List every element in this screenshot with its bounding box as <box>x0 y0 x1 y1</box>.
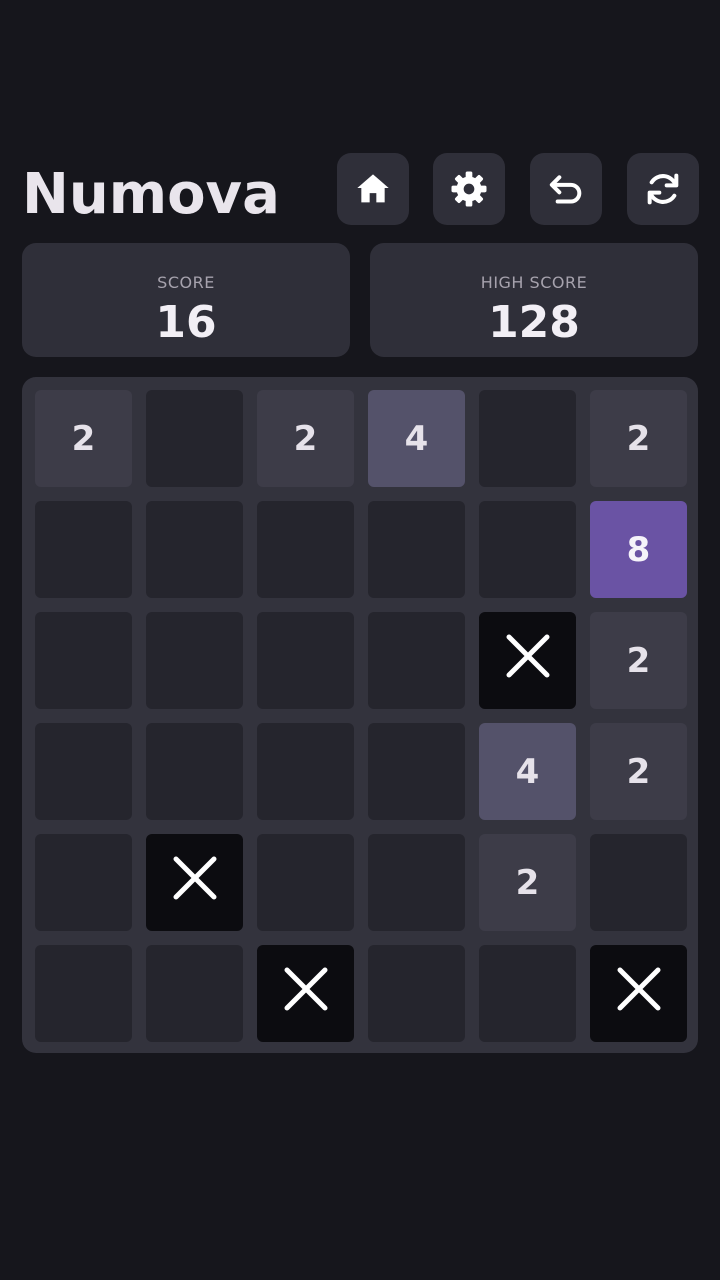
blocked-cell <box>590 945 687 1042</box>
empty-cell <box>368 612 465 709</box>
empty-cell <box>257 501 354 598</box>
home-button[interactable] <box>337 153 409 225</box>
number-tile: 4 <box>368 390 465 487</box>
tile-value: 2 <box>71 418 96 459</box>
empty-cell <box>479 945 576 1042</box>
close-icon <box>283 966 329 1021</box>
tile-value: 4 <box>404 418 429 459</box>
settings-button[interactable] <box>433 153 505 225</box>
empty-cell <box>35 834 132 931</box>
restart-button[interactable] <box>627 153 699 225</box>
number-tile: 8 <box>590 501 687 598</box>
empty-cell <box>368 834 465 931</box>
close-icon <box>616 966 662 1021</box>
number-tile: 4 <box>479 723 576 820</box>
score-value: 16 <box>155 297 217 348</box>
empty-cell <box>35 612 132 709</box>
score-label: SCORE <box>157 273 215 292</box>
tile-value: 4 <box>515 751 540 792</box>
blocked-cell <box>479 612 576 709</box>
empty-cell <box>146 723 243 820</box>
empty-cell <box>257 834 354 931</box>
score-box: SCORE 16 <box>22 243 350 357</box>
empty-cell <box>35 945 132 1042</box>
restart-icon <box>643 169 683 209</box>
empty-cell <box>146 501 243 598</box>
close-icon <box>505 633 551 688</box>
empty-cell <box>146 945 243 1042</box>
blocked-cell <box>146 834 243 931</box>
empty-cell <box>479 390 576 487</box>
close-icon <box>172 855 218 910</box>
empty-cell <box>257 612 354 709</box>
header: Numova <box>22 153 699 227</box>
home-icon <box>353 169 393 209</box>
empty-cell <box>146 612 243 709</box>
tile-value: 2 <box>293 418 318 459</box>
high-score-box: HIGH SCORE 128 <box>370 243 698 357</box>
empty-cell <box>368 723 465 820</box>
game-board[interactable]: 2 2 4 2 8 2 4 2 2 <box>22 377 698 1053</box>
empty-cell <box>479 501 576 598</box>
number-tile: 2 <box>257 390 354 487</box>
empty-cell <box>146 390 243 487</box>
tile-value: 2 <box>515 862 540 903</box>
tile-value: 2 <box>626 640 651 681</box>
gear-icon <box>449 169 489 209</box>
empty-cell <box>368 501 465 598</box>
tile-value: 2 <box>626 751 651 792</box>
empty-cell <box>368 945 465 1042</box>
number-tile: 2 <box>35 390 132 487</box>
empty-cell <box>257 723 354 820</box>
undo-icon <box>546 169 586 209</box>
number-tile: 2 <box>590 612 687 709</box>
high-score-label: HIGH SCORE <box>480 273 588 292</box>
tile-value: 2 <box>626 418 651 459</box>
score-panel: SCORE 16 HIGH SCORE 128 <box>22 243 698 357</box>
undo-button[interactable] <box>530 153 602 225</box>
empty-cell <box>35 723 132 820</box>
empty-cell <box>35 501 132 598</box>
game-screen: Numova SCORE 16 HIGH SCORE 128 2 2 4 2 8… <box>0 0 720 1280</box>
number-tile: 2 <box>590 390 687 487</box>
number-tile: 2 <box>590 723 687 820</box>
app-title: Numova <box>22 162 280 227</box>
number-tile: 2 <box>479 834 576 931</box>
high-score-value: 128 <box>488 297 580 348</box>
empty-cell <box>590 834 687 931</box>
tile-value: 8 <box>626 529 651 570</box>
blocked-cell <box>257 945 354 1042</box>
